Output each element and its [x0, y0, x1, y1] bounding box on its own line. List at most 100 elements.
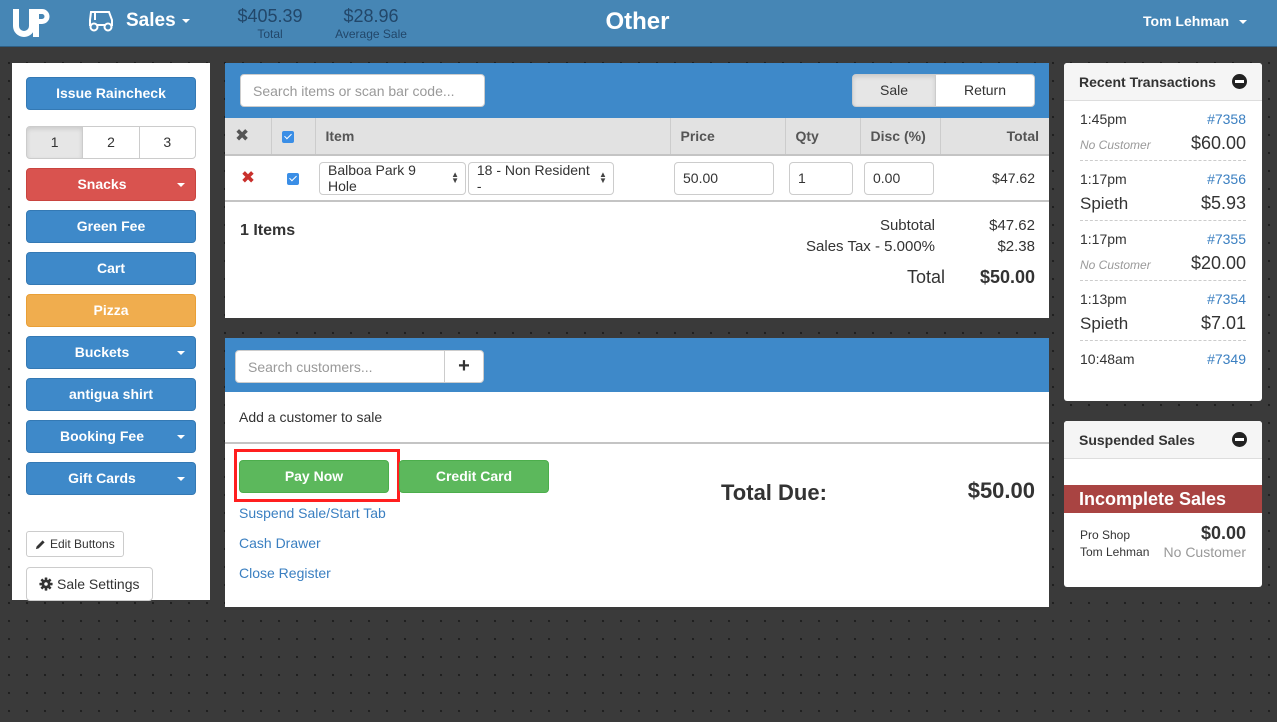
total-due-label: Total Due:	[721, 480, 827, 505]
pay-now-button[interactable]: Pay Now	[239, 460, 389, 493]
antigua-shirt-button[interactable]: antigua shirt	[26, 378, 196, 411]
app-logo[interactable]	[11, 7, 51, 39]
cart-button[interactable]: Cart	[26, 252, 196, 285]
buckets-button[interactable]: Buckets	[26, 336, 196, 369]
subtotal-value: $47.62	[989, 217, 1035, 234]
item-search-input[interactable]	[240, 74, 485, 107]
transaction-amount: $5.93	[1200, 193, 1246, 213]
discount-input[interactable]	[864, 161, 934, 195]
close-icon: ✖	[235, 126, 250, 145]
transaction-time: 10:48am	[1080, 351, 1135, 367]
sale-settings-label: Sale Settings	[57, 576, 140, 592]
total-due-value: $50.00	[967, 478, 1035, 503]
transaction-id-link[interactable]: #7355	[1207, 231, 1246, 247]
list-item[interactable]: Pro Shop Tom Lehman $0.00 No Customer	[1064, 513, 1262, 561]
stat-average-value: $28.96	[343, 6, 399, 26]
select-all-header[interactable]	[270, 118, 315, 156]
qty-input[interactable]	[789, 161, 853, 195]
green-fee-button[interactable]: Green Fee	[26, 210, 196, 243]
snacks-button[interactable]: Snacks	[26, 168, 196, 201]
item-select[interactable]: Balboa Park 9 Hole ▲ ▼	[319, 161, 466, 195]
suspended-sales-panel: Suspended Sales Incomplete Sales Pro Sho…	[1064, 421, 1262, 587]
transaction-amount: $7.01	[1200, 313, 1246, 333]
chevron-down-icon	[181, 19, 190, 23]
table-row: ✖ Balboa Park 9 Hole ▲ ▼ 18 - Non Residen…	[225, 155, 1049, 202]
sales-menu[interactable]: Sales	[86, 9, 190, 33]
sale-amount: $0.00	[1200, 523, 1246, 543]
page-3-button[interactable]: 3	[138, 126, 196, 159]
transaction-id-link[interactable]: #7358	[1207, 111, 1246, 127]
list-item[interactable]: 10:48am #7349	[1080, 341, 1246, 375]
list-item[interactable]: 1:17pm #7355 No Customer $20.00	[1080, 221, 1246, 281]
item-select-value: Balboa Park 9 Hole	[328, 162, 416, 194]
add-customer-button[interactable]: +	[444, 350, 484, 383]
total-column-header: Total	[939, 118, 1049, 156]
return-mode-button[interactable]: Return	[935, 74, 1035, 107]
chevron-down-icon	[1239, 20, 1247, 25]
transaction-customer: Spieth	[1080, 194, 1129, 213]
subtotal-label: Subtotal	[879, 217, 935, 234]
pizza-button[interactable]: Pizza	[26, 294, 196, 327]
page-2-button[interactable]: 2	[82, 126, 140, 159]
dropdown-caret-icon	[177, 477, 185, 481]
list-item[interactable]: 1:45pm #7358 No Customer $60.00	[1080, 101, 1246, 161]
transaction-customer: No Customer	[1080, 138, 1151, 152]
item-checkbox[interactable]	[287, 173, 299, 186]
select-arrows-icon: ▲ ▼	[598, 170, 607, 185]
incomplete-sales-header: Incomplete Sales	[1064, 485, 1262, 513]
sale-location: Pro Shop	[1080, 528, 1131, 542]
issue-raincheck-button[interactable]: Issue Raincheck	[26, 77, 196, 110]
suspended-sales-title: Suspended Sales	[1079, 431, 1195, 448]
cart-summary: 1 Items Subtotal $47.62 Sales Tax - 5.00…	[225, 202, 1049, 317]
gift-cards-button[interactable]: Gift Cards	[26, 462, 196, 495]
item-column-header: Item	[314, 118, 670, 156]
list-item[interactable]: 1:17pm #7356 Spieth $5.93	[1080, 161, 1246, 221]
edit-buttons-button[interactable]: Edit Buttons	[26, 531, 124, 557]
price-input[interactable]	[674, 161, 774, 195]
customer-search-input[interactable]	[235, 350, 445, 383]
subtotal-row: Subtotal $47.62	[695, 217, 1035, 234]
total-value: $50.00	[979, 267, 1035, 287]
page-title: Other	[605, 8, 670, 35]
sale-return-toggle: Sale Return	[852, 74, 1035, 107]
page-1-button[interactable]: 1	[26, 126, 84, 159]
cash-drawer-link[interactable]: Cash Drawer	[239, 535, 321, 551]
credit-card-button[interactable]: Credit Card	[399, 460, 549, 493]
plus-icon: +	[458, 355, 470, 377]
select-arrows-icon: ▲ ▼	[451, 170, 459, 185]
list-item[interactable]: 1:13pm #7354 Spieth $7.01	[1080, 281, 1246, 341]
total-row: Total $50.00	[705, 267, 1035, 288]
collapse-icon[interactable]	[1232, 432, 1247, 447]
sale-settings-button[interactable]: Sale Settings	[26, 567, 153, 601]
transaction-id-link[interactable]: #7349	[1207, 351, 1246, 367]
sale-mode-button[interactable]: Sale	[852, 74, 936, 107]
select-all-checkbox[interactable]	[281, 131, 294, 144]
sale-customer: No Customer	[1163, 544, 1246, 560]
booking-fee-button[interactable]: Booking Fee	[26, 420, 196, 453]
remove-all-header[interactable]: ✖	[225, 118, 271, 156]
user-menu[interactable]: Tom Lehman	[1143, 13, 1247, 29]
sales-menu-label: Sales	[126, 10, 176, 31]
collapse-icon[interactable]	[1232, 74, 1247, 89]
remove-item-icon[interactable]: ✖	[241, 168, 255, 187]
snacks-label: Snacks	[77, 176, 127, 192]
disc-column-header: Disc (%)	[859, 118, 940, 156]
transaction-list: 1:45pm #7358 No Customer $60.00 1:17pm #735…	[1064, 101, 1262, 375]
price-column-header: Price	[669, 118, 785, 156]
transaction-id-link[interactable]: #7356	[1207, 171, 1246, 187]
transaction-time: 1:13pm	[1080, 291, 1127, 307]
payment-panel: + Add a customer to sale Pay Now Credit …	[225, 338, 1049, 607]
recent-transactions-header: Recent Transactions	[1064, 63, 1262, 101]
suspend-sale-link[interactable]: Suspend Sale/Start Tab	[239, 505, 386, 521]
booking-fee-label: Booking Fee	[59, 428, 144, 444]
quick-buttons-panel: Issue Raincheck 1 2 3 Snacks Green Fee C…	[12, 63, 210, 601]
transaction-customer: Spieth	[1080, 314, 1129, 333]
gear-icon	[39, 577, 53, 591]
transaction-customer: No Customer	[1080, 258, 1151, 272]
variant-select[interactable]: 18 - Non Resident - ▲ ▼	[467, 161, 614, 195]
table-header-row: ✖ Item Price Qty Disc (%) Total	[225, 118, 1049, 156]
transaction-id-link[interactable]: #7354	[1207, 291, 1246, 307]
customer-info: Add a customer to sale	[225, 392, 1049, 444]
close-register-link[interactable]: Close Register	[239, 565, 331, 581]
dropdown-caret-icon	[177, 435, 185, 439]
